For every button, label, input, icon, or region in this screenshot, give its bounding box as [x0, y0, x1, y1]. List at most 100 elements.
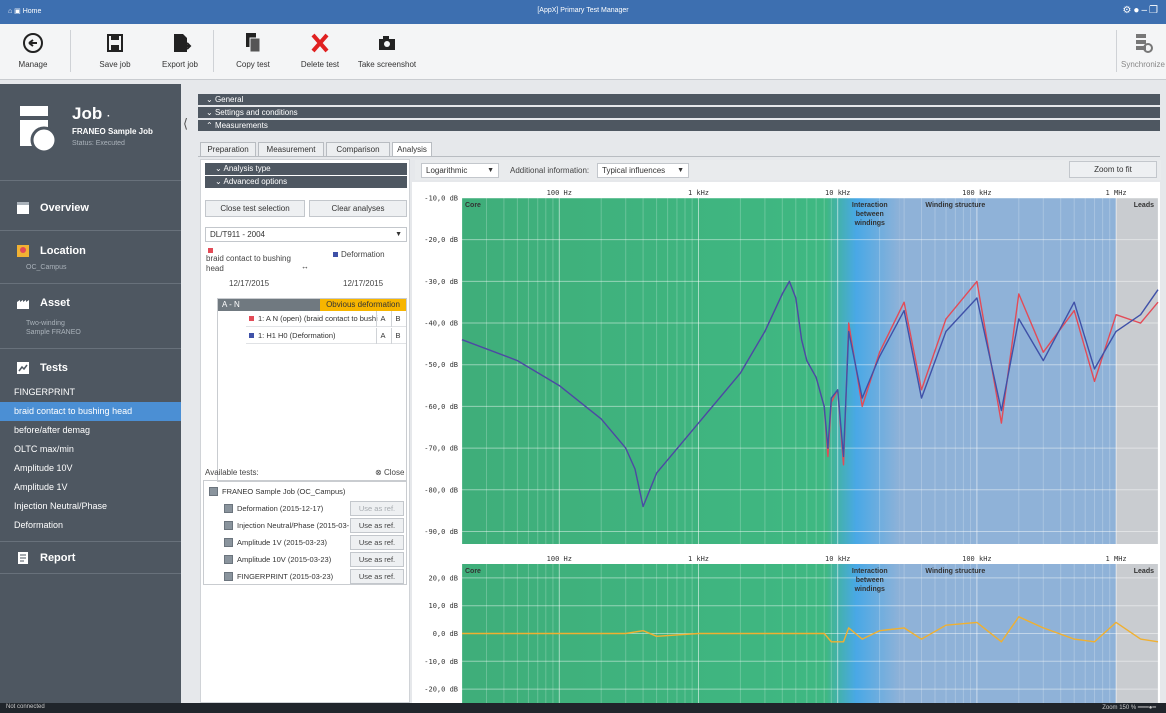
test-item-fingerprint[interactable]: FINGERPRINT	[0, 383, 181, 402]
region-label-core: Core	[465, 568, 481, 575]
general-panel-header[interactable]: ⌄ General	[198, 94, 1160, 105]
sidebar-collapse-handle[interactable]: ⟨	[183, 116, 188, 132]
nav-location[interactable]: Location OC_Campus	[0, 239, 181, 272]
test-item-braid-contact[interactable]: braid contact to bushing head	[0, 402, 181, 421]
synchronize-button[interactable]: Synchronize	[1120, 24, 1166, 80]
use-as-ref-button[interactable]: Use as ref.	[350, 501, 404, 516]
settings-icon[interactable]: ⚙	[1122, 5, 1133, 16]
window-controls[interactable]: ⚙●–❐	[1122, 5, 1160, 16]
zoom-to-fit-button[interactable]: Zoom to fit	[1069, 161, 1157, 178]
asset-factory-icon	[17, 300, 29, 309]
additional-info-select[interactable]: Typical influences ▼	[597, 163, 689, 178]
zoom-level[interactable]: Zoom 150 % ━━━●━	[1102, 704, 1156, 711]
use-as-ref-button[interactable]: Use as ref.	[350, 535, 404, 550]
swap-arrow-icon[interactable]: ↔	[301, 262, 309, 271]
list-item[interactable]: Amplitude 10V (2015-03-23) Use as ref.	[204, 551, 408, 568]
status-badge: Obvious deformation	[320, 299, 406, 311]
job-clipboard-icon	[20, 106, 58, 154]
tests-chart-icon	[17, 362, 29, 374]
ribbon-toolbar: Manage Save job Export job Copy test Del…	[0, 24, 1166, 80]
nav-tests[interactable]: Tests	[0, 356, 181, 380]
measurements-panel-header[interactable]: ⌃ Measurements	[198, 120, 1160, 131]
clear-analyses-button[interactable]: Clear analyses	[309, 200, 407, 217]
tab-analysis[interactable]: Analysis	[392, 142, 432, 157]
test-icon	[224, 555, 233, 564]
y-tick-label: -80,0 dB	[424, 486, 458, 494]
fra-chart-svg[interactable]: -10,0 dB -20,0 dB -30,0 dB -40,0 dB -50,0 dB…	[412, 182, 1160, 703]
compare-date: 12/17/2015	[343, 279, 384, 288]
use-as-ref-button[interactable]: Use as ref.	[350, 552, 404, 567]
export-job-button[interactable]: Export job	[155, 24, 205, 80]
job-title: Job ·	[72, 104, 111, 123]
list-item[interactable]: Deformation (2015-12-17) Use as ref.	[204, 500, 408, 517]
test-item-amplitude-1v[interactable]: Amplitude 1V	[0, 478, 181, 497]
minimize-icon[interactable]: –	[1141, 5, 1149, 16]
export-icon	[174, 34, 192, 52]
tab-comparison[interactable]: Comparison	[326, 142, 390, 156]
restore-icon[interactable]: ❐	[1149, 5, 1160, 16]
region-label-winding: Winding structure	[925, 202, 985, 209]
x-tick-label: 100 Hz	[547, 189, 572, 197]
analysis-options-panel: ⌄ Analysis type ⌄ Advanced options Close…	[200, 159, 410, 703]
tests-list: FINGERPRINT braid contact to bushing hea…	[0, 383, 181, 535]
manage-button[interactable]: Manage	[6, 24, 60, 80]
use-as-ref-button[interactable]: Use as ref.	[350, 518, 404, 533]
test-item-amplitude-10v[interactable]: Amplitude 10V	[0, 459, 181, 478]
tab-measurement[interactable]: Measurement	[258, 142, 324, 156]
x-tick-label: 1 kHz	[688, 189, 709, 197]
y-tick-label: -40,0 dB	[424, 320, 458, 328]
test-item-oltc[interactable]: OLTC max/min	[0, 440, 181, 459]
job-folder-icon	[209, 487, 218, 496]
phase-results-grid: A - N Obvious deformation 1: A N (open) (…	[217, 298, 407, 482]
tab-preparation[interactable]: Preparation	[200, 142, 256, 156]
nav-asset[interactable]: Asset Two-winding Sample FRANEO	[0, 291, 181, 337]
advanced-options-header[interactable]: ⌄ Advanced options	[205, 176, 407, 188]
save-job-button[interactable]: Save job	[80, 24, 150, 80]
table-row[interactable]: 1: H1 H0 (Deformation) A B	[246, 328, 406, 344]
list-item[interactable]: Injection Neutral/Phase (2015-03-23) Use …	[204, 517, 408, 534]
delete-test-button[interactable]: Delete test	[292, 24, 348, 80]
connection-status: Not connected	[6, 704, 45, 710]
x-tick-label: 100 kHz	[962, 189, 992, 197]
region-label-interaction: between	[856, 211, 884, 218]
use-as-ref-button[interactable]: Use as ref.	[350, 569, 404, 584]
dropdown-arrow-icon: ▼	[487, 167, 494, 174]
x-tick-label: 1 MHz	[1106, 189, 1127, 197]
test-item-injection[interactable]: Injection Neutral/Phase	[0, 497, 181, 516]
phase-header: A - N Obvious deformation	[218, 299, 406, 311]
y-tick-label: -10,0 dB	[424, 195, 458, 203]
copy-icon	[246, 33, 261, 53]
title-bar: ⌂ ▣ Home [AppX] Primary Test Manager ⚙●–…	[0, 0, 1166, 24]
nav-overview[interactable]: Overview	[0, 196, 181, 220]
job-status: Status: Executed	[72, 140, 125, 147]
region-label-winding: Winding structure	[925, 568, 985, 575]
fra-chart-area[interactable]: -10,0 dB -20,0 dB -30,0 dB -40,0 dB -50,0 dB…	[412, 182, 1160, 703]
test-item-demag[interactable]: before/after demag	[0, 421, 181, 440]
chart-toolbar: Logarithmic ▼ Additional information: Typ…	[415, 160, 1161, 180]
settings-panel-header[interactable]: ⌄ Settings and conditions	[198, 107, 1160, 118]
y-tick-label: -20,0 dB	[424, 686, 458, 694]
region-label-interaction: Interaction	[852, 202, 888, 209]
x-tick-label: 100 Hz	[547, 555, 572, 563]
scale-select[interactable]: Logarithmic ▼	[421, 163, 499, 178]
close-available-button[interactable]: ⊗ Close	[375, 468, 404, 477]
analysis-type-header[interactable]: ⌄ Analysis type	[205, 163, 407, 175]
y-tick-label: -90,0 dB	[424, 528, 458, 536]
leads-region-band	[1116, 198, 1158, 544]
list-item[interactable]: FINGERPRINT (2015-03-23) Use as ref.	[204, 568, 408, 585]
test-item-deformation[interactable]: Deformation	[0, 516, 181, 535]
copy-test-button[interactable]: Copy test	[226, 24, 280, 80]
take-screenshot-button[interactable]: Take screenshot	[355, 24, 419, 80]
table-row[interactable]: 1: A N (open) (braid contact to bushing …	[246, 311, 406, 327]
y-tick-label: 0,0 dB	[433, 630, 458, 638]
y-tick-label: -20,0 dB	[424, 236, 458, 244]
y-tick-label: -50,0 dB	[424, 361, 458, 369]
close-test-selection-button[interactable]: Close test selection	[205, 200, 305, 217]
x-tick-label: 10 kHz	[825, 189, 850, 197]
nav-report[interactable]: Report	[0, 546, 181, 570]
list-item-root[interactable]: FRANEO Sample Job (OC_Campus)	[204, 483, 408, 500]
test-icon	[224, 572, 233, 581]
standard-select[interactable]: DL/T911 - 2004 ▼	[205, 227, 407, 242]
region-label-interaction: between	[856, 577, 884, 584]
list-item[interactable]: Amplitude 1V (2015-03-23) Use as ref.	[204, 534, 408, 551]
